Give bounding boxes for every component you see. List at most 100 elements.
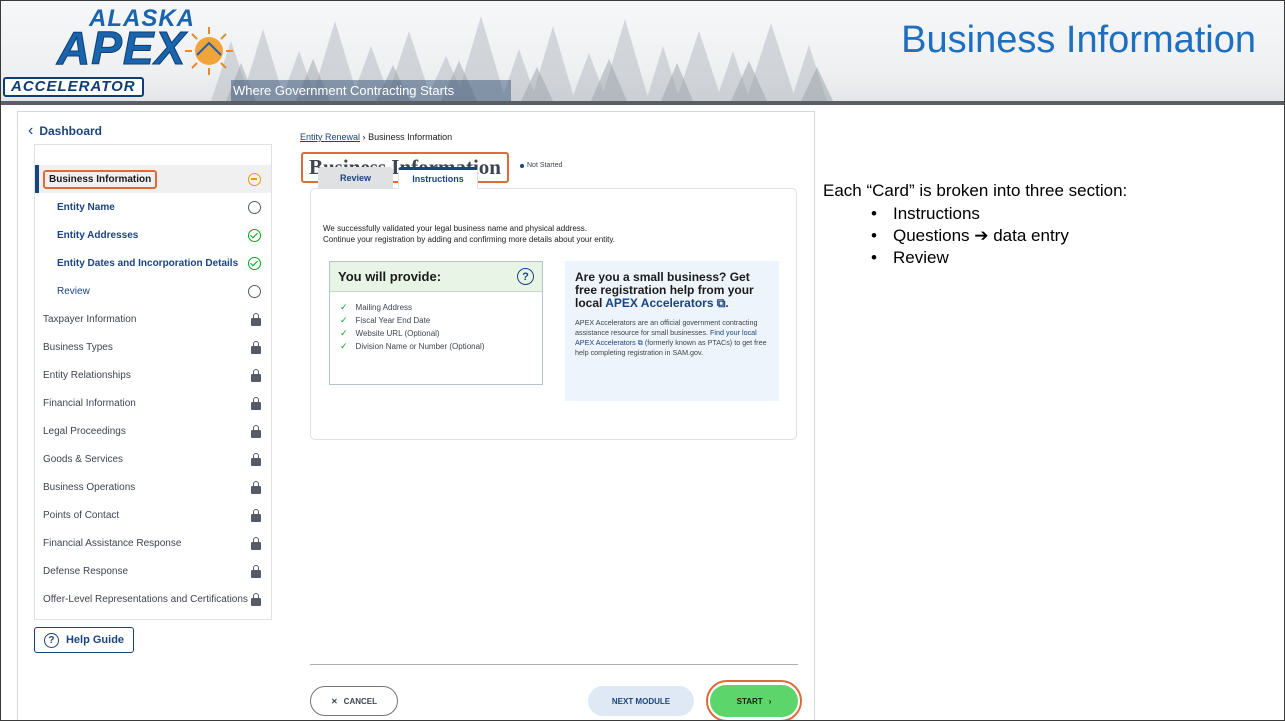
chevron-right-icon: › — [768, 696, 772, 706]
sidebar-item-label: Business Types — [43, 341, 113, 353]
footer-divider — [310, 664, 798, 665]
status-dot-icon — [520, 163, 524, 168]
provide-list: ✓ Mailing Address ✓ Fiscal Year End Date ✓… — [330, 292, 542, 362]
sidebar-item-points-of-contact[interactable]: Points of Contact — [35, 501, 271, 529]
sidebar-item-label: Offer-Level Representations and Certific… — [43, 593, 248, 605]
list-item: • Instructions — [871, 203, 1127, 225]
start-button[interactable]: START › — [710, 685, 798, 717]
sidebar-item-label: Entity Name — [57, 201, 115, 213]
sidebar-item-entity-name[interactable]: Entity Name — [35, 193, 271, 221]
sidebar-item-defense-response[interactable]: Defense Response — [35, 557, 271, 585]
sidebar-item-label: Taxpayer Information — [43, 313, 137, 325]
notes-list: • Instructions • Questions ➔ data entry • R… — [871, 203, 1127, 269]
check-icon: ✓ — [340, 302, 348, 312]
notes-intro: Each “Card” is broken into three section… — [823, 181, 1128, 200]
sidebar-item-business-operations[interactable]: Business Operations — [35, 473, 271, 501]
sidebar-item-taxpayer-information[interactable]: Taxpayer Information — [35, 305, 271, 333]
tagline: Where Government Contracting Starts — [231, 80, 511, 101]
intro-line-2: Continue your registration by adding and… — [323, 235, 616, 244]
lock-icon — [251, 396, 261, 410]
lock-icon — [251, 508, 261, 522]
question-circle-icon: ? — [43, 632, 59, 648]
breadcrumb: Entity Renewal › Business Information — [300, 132, 452, 142]
sidebar-item-business-types[interactable]: Business Types — [35, 333, 271, 361]
provide-item-label: Fiscal Year End Date — [355, 316, 431, 325]
sidebar-item-entity-relationships[interactable]: Entity Relationships — [35, 361, 271, 389]
notes-bullet-label: Questions ➔ data entry — [893, 226, 1069, 245]
sidebar-item-entity-dates[interactable]: Entity Dates and Incorporation Details — [35, 249, 271, 277]
breadcrumb-link-entity-renewal[interactable]: Entity Renewal — [300, 132, 360, 142]
sidebar-item-label: Entity Dates and Incorporation Details — [57, 257, 239, 269]
instructions-card: We successfully validated your legal bus… — [310, 188, 797, 440]
sidebar-item-label: Points of Contact — [43, 509, 120, 521]
notes-bullet-label: Instructions — [893, 204, 980, 223]
help-guide-label: Help Guide — [65, 634, 125, 646]
apex-promo-heading: Are you a small business? Get free regis… — [575, 271, 769, 310]
dashboard-link[interactable]: ‹ Dashboard — [28, 123, 103, 139]
apex-promo-body: APEX Accelerators are an official govern… — [575, 318, 769, 358]
provide-title: You will provide: — [338, 269, 442, 284]
list-item: ✓ Website URL (Optional) — [340, 327, 532, 340]
next-module-button[interactable]: NEXT MODULE — [588, 686, 694, 716]
help-guide-button[interactable]: ? Help Guide — [34, 627, 134, 653]
logo-apex-text: APEX — [56, 22, 187, 75]
check-icon: ✓ — [340, 341, 348, 351]
check-icon: ✓ — [340, 328, 348, 338]
provide-item-label: Website URL (Optional) — [355, 329, 440, 338]
cancel-label: CANCEL — [343, 696, 378, 706]
check-circle-icon — [248, 256, 261, 270]
provide-item-label: Mailing Address — [355, 303, 413, 312]
lock-icon — [251, 564, 261, 578]
tab-review[interactable]: Review — [318, 167, 393, 189]
sidebar-item-label: Financial Assistance Response — [43, 537, 182, 549]
sidebar-item-label: Review — [57, 285, 90, 297]
apex-accelerator-logo: ALASKA APEX ACCELERATOR — [3, 3, 233, 97]
provide-item-label: Division Name or Number (Optional) — [355, 342, 485, 351]
in-progress-icon — [248, 172, 261, 186]
apex-promo-box: Are you a small business? Get free regis… — [565, 261, 779, 401]
sidebar-item-financial-information[interactable]: Financial Information — [35, 389, 271, 417]
cancel-button[interactable]: ✕ CANCEL — [310, 686, 398, 716]
dashboard-label: Dashboard — [39, 124, 103, 138]
list-item: ✓ Fiscal Year End Date — [340, 314, 532, 327]
sidebar-item-label: Legal Proceedings — [43, 425, 126, 437]
notes-bullet-label: Review — [893, 248, 949, 267]
close-icon: ✕ — [330, 696, 338, 706]
sidebar-item-review[interactable]: Review — [35, 277, 271, 305]
sidebar-item-legal-proceedings[interactable]: Legal Proceedings — [35, 417, 271, 445]
list-item: ✓ Mailing Address — [340, 301, 532, 314]
external-link-icon: ⧉. — [713, 296, 729, 310]
status-badge: Not Started — [520, 162, 562, 169]
apex-accelerators-link[interactable]: APEX Accelerators — [605, 296, 713, 310]
lock-icon — [251, 312, 261, 326]
empty-circle-icon — [248, 284, 261, 298]
sidebar-item-label: Defense Response — [43, 565, 129, 577]
lock-icon — [251, 368, 261, 382]
slide-notes: Each “Card” is broken into three section… — [823, 181, 1127, 269]
list-item: ✓ Division Name or Number (Optional) — [340, 340, 532, 353]
check-icon: ✓ — [340, 315, 348, 325]
sidebar-item-offer-level-reps[interactable]: Offer-Level Representations and Certific… — [35, 585, 271, 613]
bullet-icon: • — [871, 204, 877, 223]
provide-header: You will provide: ? — [330, 262, 542, 292]
breadcrumb-current: Business Information — [368, 132, 453, 142]
check-circle-icon — [248, 228, 261, 242]
sidebar-item-financial-assistance-response[interactable]: Financial Assistance Response — [35, 529, 271, 557]
bullet-icon: • — [871, 248, 877, 267]
status-badge-label: Not Started — [527, 162, 563, 169]
question-circle-icon[interactable]: ? — [517, 268, 534, 285]
logo-accelerator-text: ACCELERATOR — [3, 77, 144, 97]
sidebar-item-entity-addresses[interactable]: Entity Addresses — [35, 221, 271, 249]
sidebar-item-goods-services[interactable]: Goods & Services — [35, 445, 271, 473]
sidebar-item-label: Entity Relationships — [43, 369, 131, 381]
tab-instructions[interactable]: Instructions — [398, 167, 478, 189]
header-banner: ALASKA APEX ACCELERATOR Where Government… — [1, 1, 1284, 101]
intro-text: We successfully validated your legal bus… — [323, 223, 783, 245]
breadcrumb-separator: › — [362, 132, 366, 142]
sidebar-nav: Business Information Entity Name Entity … — [34, 144, 272, 620]
intro-line-1: We successfully validated your legal bus… — [323, 224, 587, 233]
bullet-icon: • — [871, 226, 877, 245]
sidebar-item-business-information[interactable]: Business Information — [35, 165, 271, 193]
list-item: • Questions ➔ data entry — [871, 225, 1127, 247]
start-label: START — [736, 696, 763, 706]
